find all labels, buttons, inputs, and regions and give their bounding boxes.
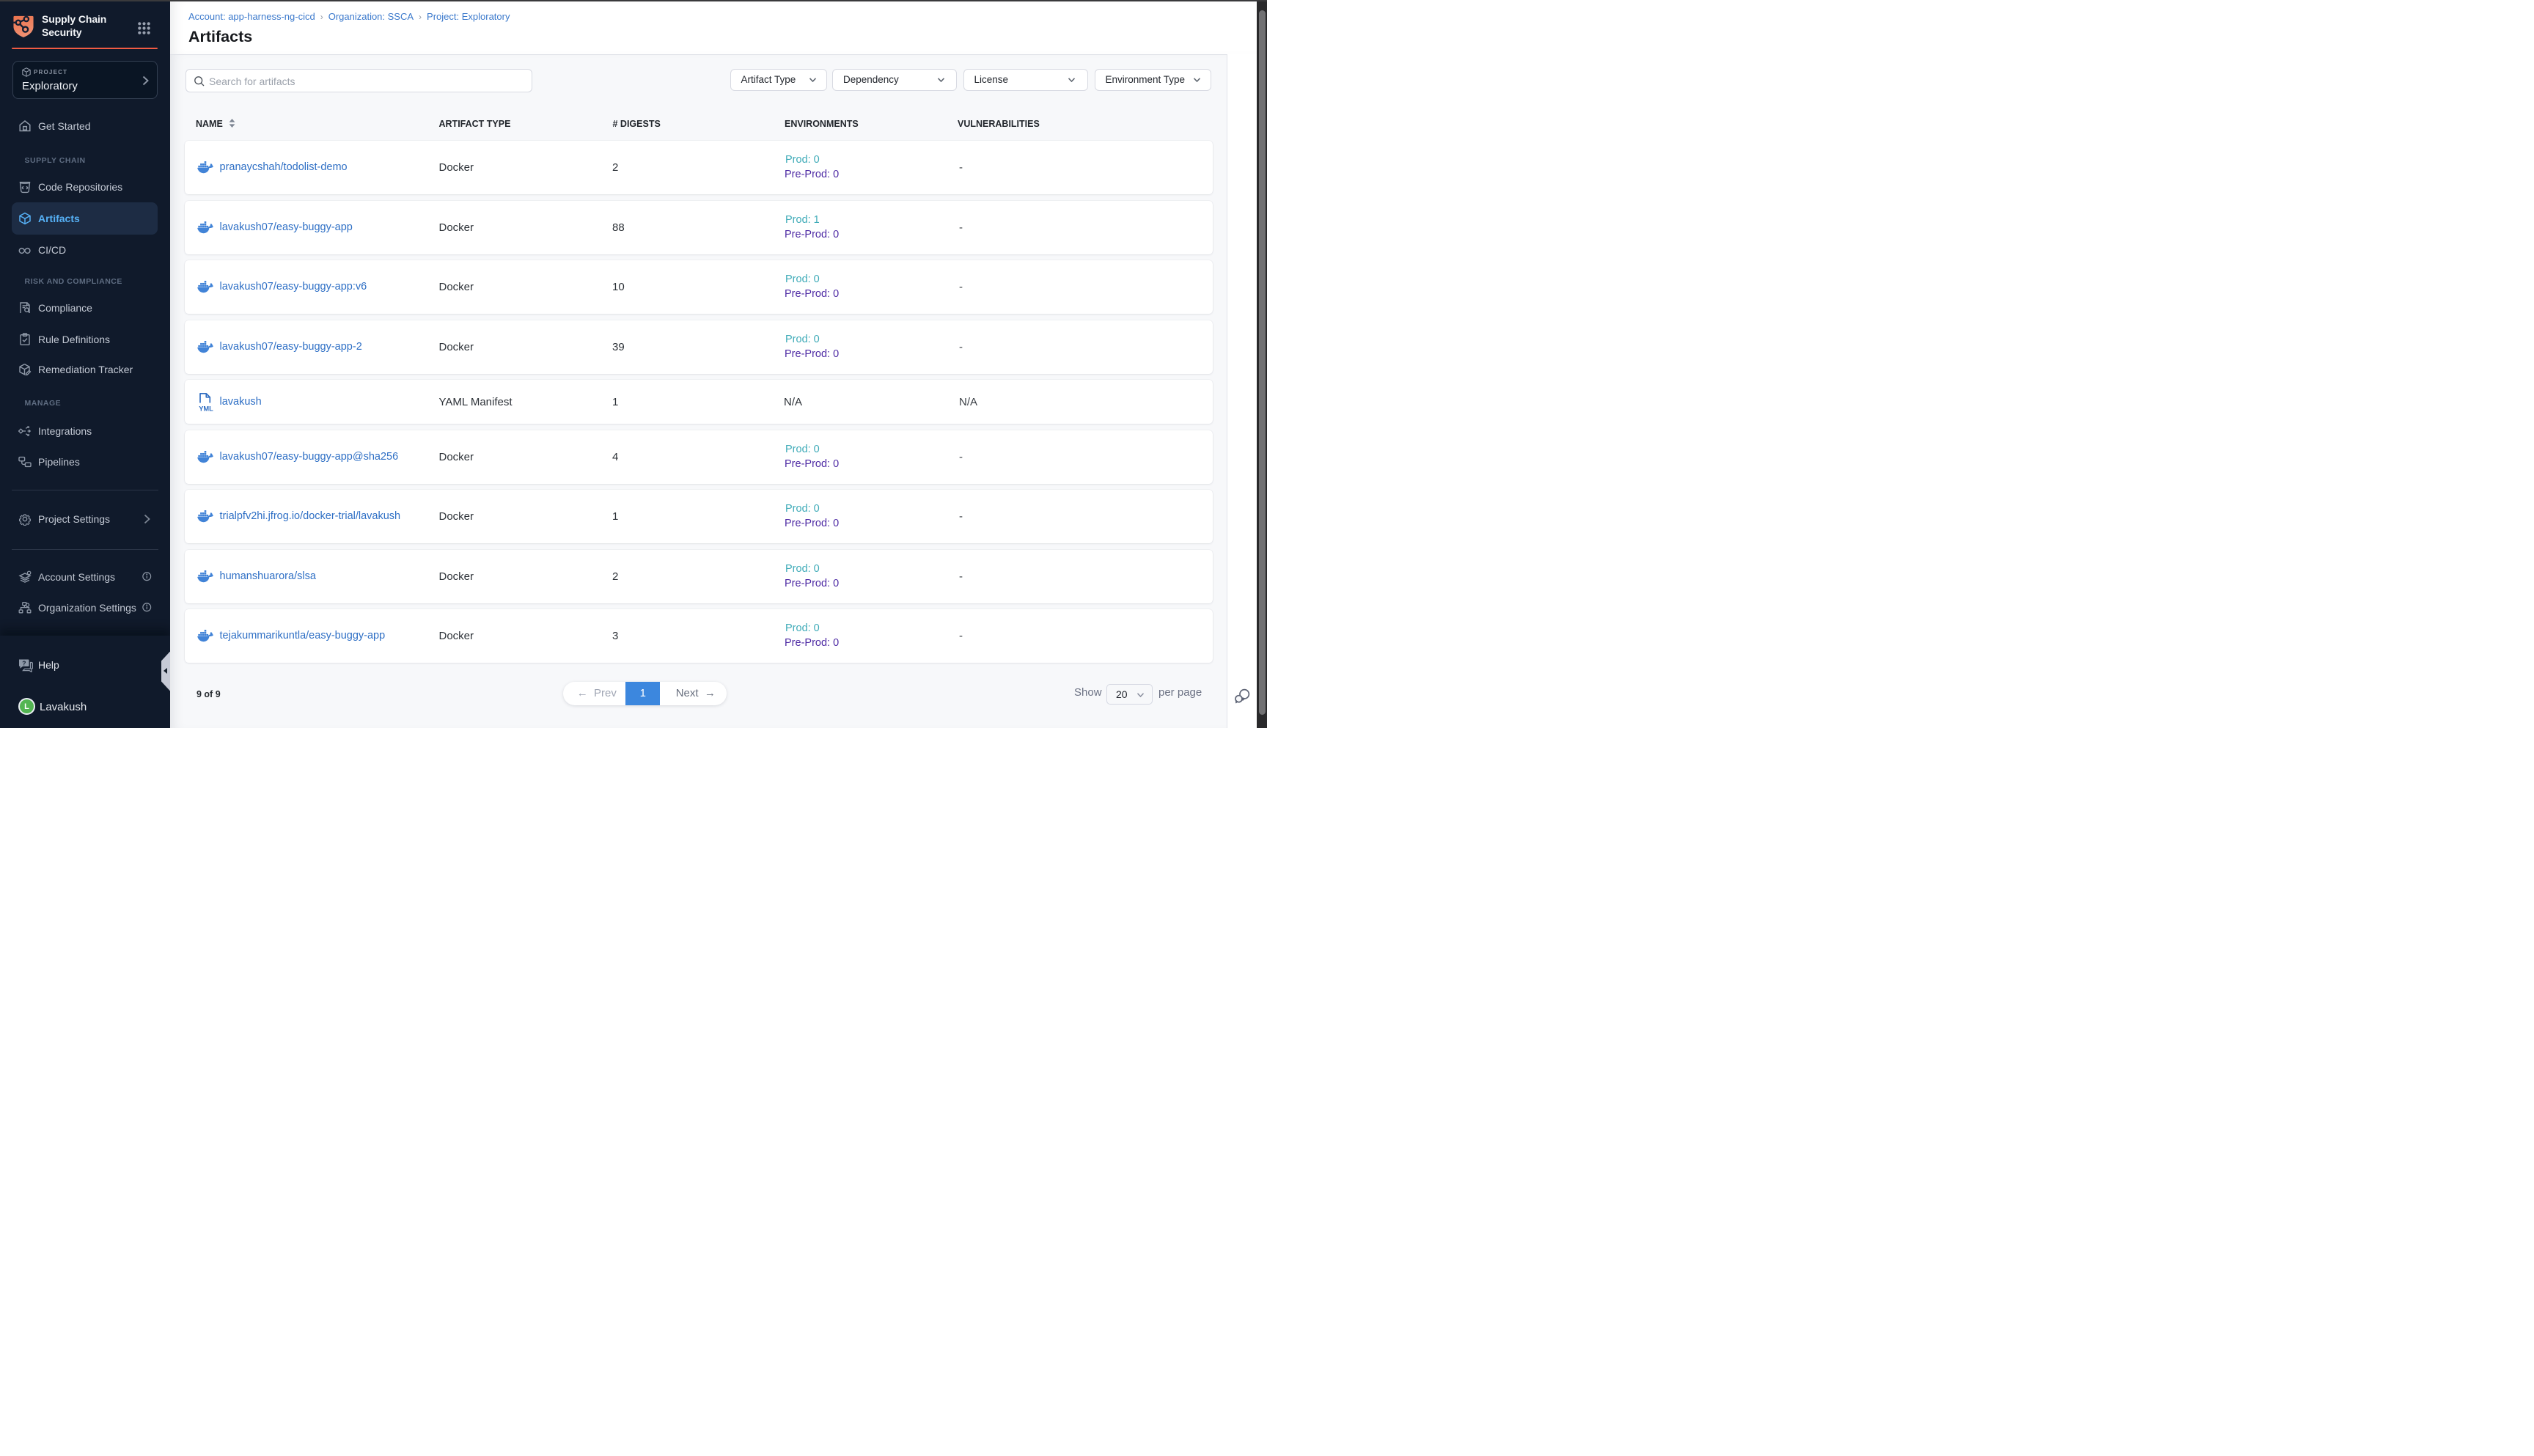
svg-text:YML: YML: [199, 405, 213, 412]
svg-text:?: ?: [22, 659, 26, 666]
